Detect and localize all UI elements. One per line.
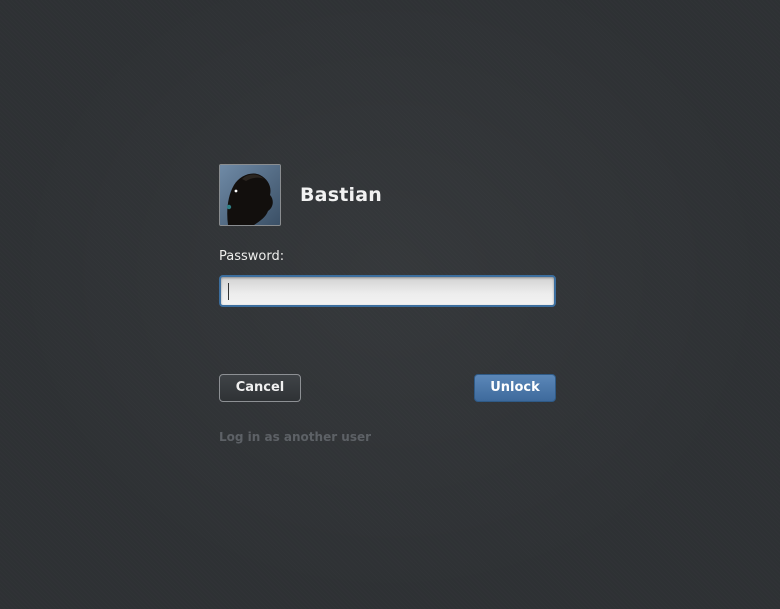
avatar-image (220, 165, 280, 225)
user-name: Bastian (300, 184, 382, 206)
unlock-dialog: Bastian Password: Cancel Unlock Log in a… (219, 163, 556, 444)
button-row: Cancel Unlock (219, 374, 556, 402)
password-field[interactable] (219, 275, 556, 307)
password-label: Password: (219, 249, 285, 264)
log-in-as-another-user-link[interactable]: Log in as another user (219, 430, 556, 444)
avatar (219, 164, 281, 226)
unlock-button[interactable]: Unlock (474, 374, 556, 402)
cancel-button[interactable]: Cancel (219, 374, 301, 402)
user-row: Bastian (219, 163, 556, 227)
text-cursor (228, 283, 229, 300)
